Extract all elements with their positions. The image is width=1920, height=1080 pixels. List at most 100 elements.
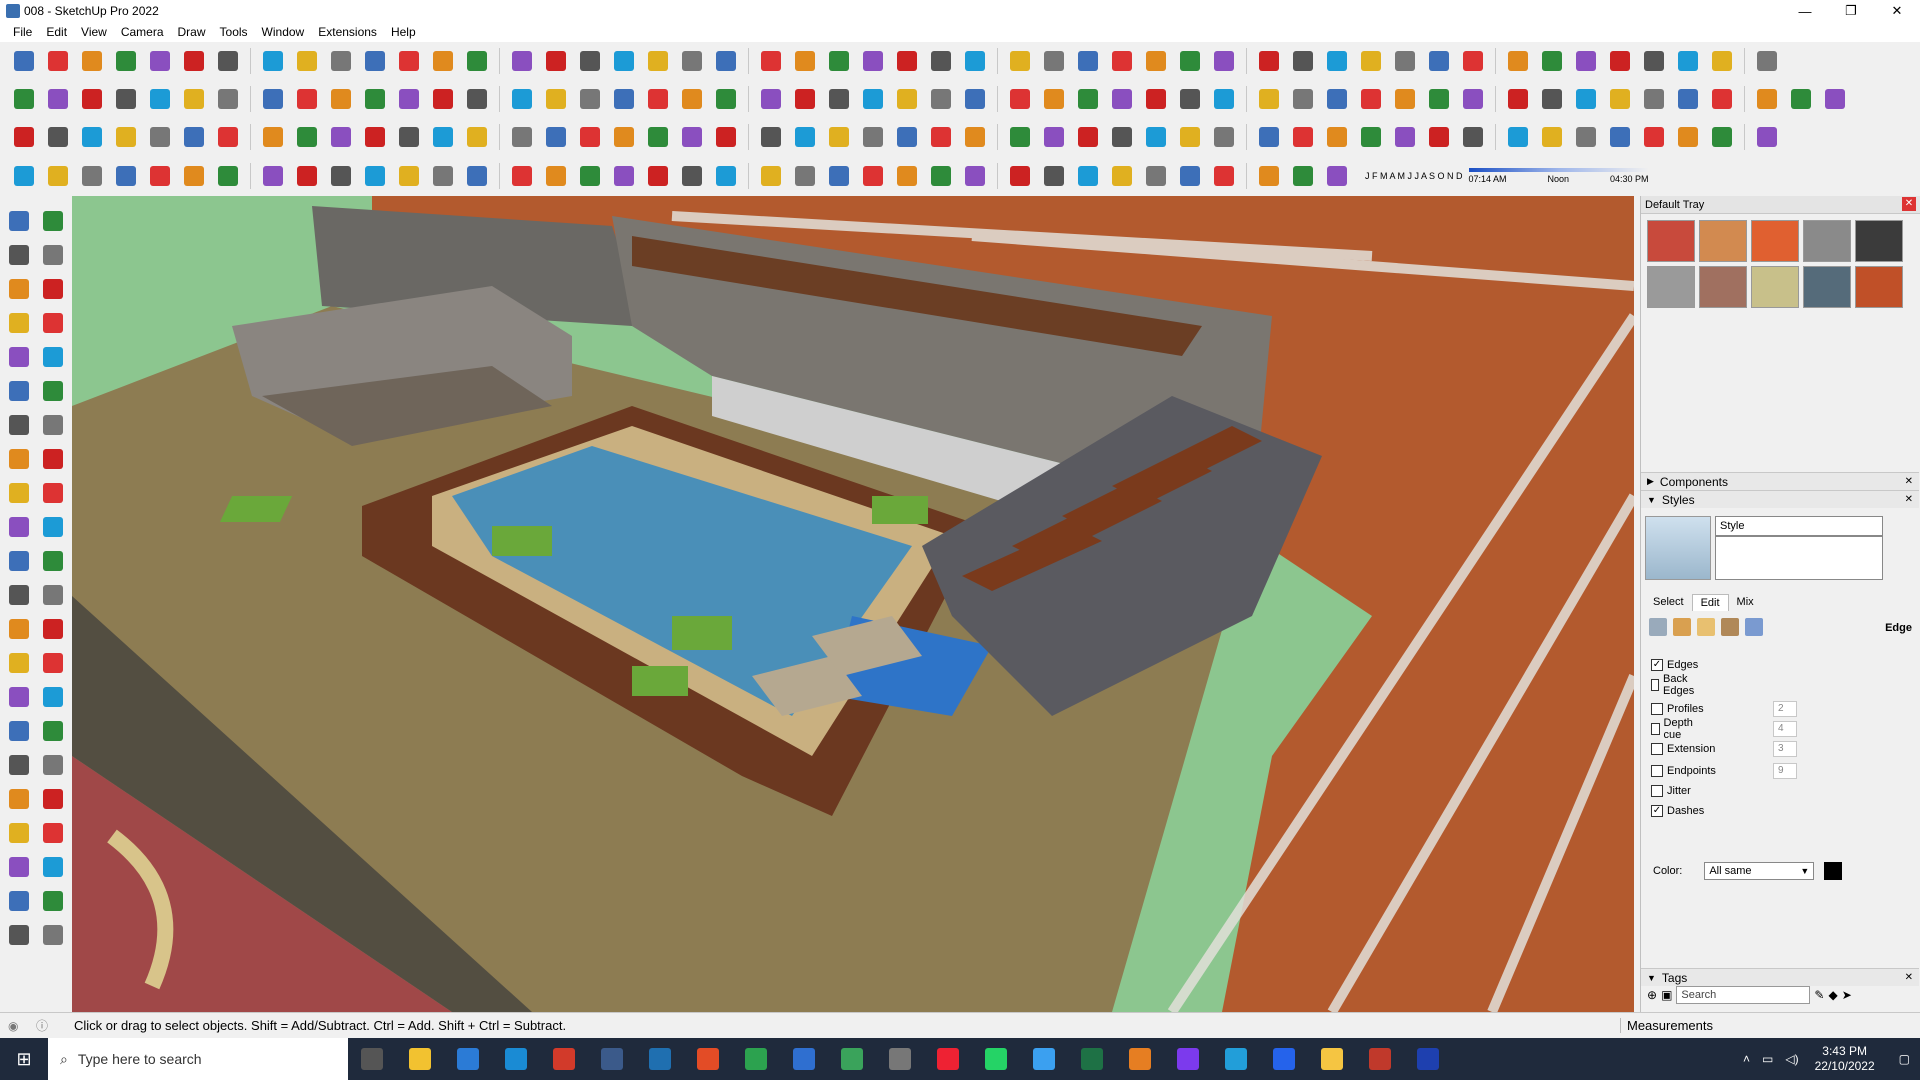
add-tag-icon[interactable]: ⊕ — [1647, 988, 1657, 1002]
toolbar-tool-icon[interactable] — [1457, 46, 1489, 76]
edge-option-checkbox[interactable] — [1651, 785, 1663, 797]
toolbar-tool-icon[interactable] — [110, 46, 142, 76]
left-tool-icon[interactable] — [4, 274, 34, 304]
toolbar-tool-icon[interactable] — [110, 161, 142, 191]
taskbar-app-icon[interactable] — [780, 1038, 828, 1080]
material-swatch[interactable] — [1699, 220, 1747, 262]
toolbar-tool-icon[interactable] — [178, 84, 210, 114]
toolbar-tool-icon[interactable] — [959, 84, 991, 114]
toolbar-tool-icon[interactable] — [1502, 84, 1534, 114]
material-swatch[interactable] — [1647, 266, 1695, 308]
toolbar-tool-icon[interactable] — [823, 46, 855, 76]
taskbar-app-icon[interactable] — [540, 1038, 588, 1080]
toolbar-tool-icon[interactable] — [1423, 122, 1455, 152]
toolbar-tool-icon[interactable] — [1038, 161, 1070, 191]
left-tool-icon[interactable] — [38, 750, 68, 780]
toolbar-tool-icon[interactable] — [540, 84, 572, 114]
toolbar-tool-icon[interactable] — [925, 161, 957, 191]
toolbar-tool-icon[interactable] — [291, 161, 323, 191]
left-tool-icon[interactable] — [38, 240, 68, 270]
left-tool-icon[interactable] — [4, 750, 34, 780]
toolbar-tool-icon[interactable] — [1389, 46, 1421, 76]
toolbar-tool-icon[interactable] — [1140, 161, 1172, 191]
geo-location-icon[interactable]: ◉ — [8, 1019, 18, 1033]
toolbar-tool-icon[interactable] — [76, 161, 108, 191]
toolbar-tool-icon[interactable] — [1423, 84, 1455, 114]
toolbar-tool-icon[interactable] — [1038, 46, 1070, 76]
toolbar-tool-icon[interactable] — [1638, 84, 1670, 114]
taskbar-app-icon[interactable] — [684, 1038, 732, 1080]
edge-option-value[interactable]: 2 — [1773, 701, 1797, 717]
toolbar-tool-icon[interactable] — [959, 161, 991, 191]
left-tool-icon[interactable] — [4, 478, 34, 508]
edge-option-checkbox[interactable] — [1651, 765, 1663, 777]
menu-edit[interactable]: Edit — [39, 25, 74, 39]
toolbar-tool-icon[interactable] — [1321, 161, 1353, 191]
toolbar-tool-icon[interactable] — [891, 161, 923, 191]
toolbar-tool-icon[interactable] — [574, 46, 606, 76]
edge-option-value[interactable]: 3 — [1773, 741, 1797, 757]
left-tool-icon[interactable] — [38, 274, 68, 304]
toolbar-tool-icon[interactable] — [1038, 122, 1070, 152]
toolbar-tool-icon[interactable] — [461, 161, 493, 191]
toolbar-tool-icon[interactable] — [8, 161, 40, 191]
toolbar-tool-icon[interactable] — [1004, 84, 1036, 114]
toolbar-tool-icon[interactable] — [1389, 84, 1421, 114]
toolbar-tool-icon[interactable] — [461, 84, 493, 114]
toolbar-tool-icon[interactable] — [506, 161, 538, 191]
toolbar-tool-icon[interactable] — [178, 161, 210, 191]
toolbar-tool-icon[interactable] — [608, 161, 640, 191]
toolbar-tool-icon[interactable] — [393, 122, 425, 152]
left-tool-icon[interactable] — [38, 308, 68, 338]
toolbar-tool-icon[interactable] — [1253, 161, 1285, 191]
edge-option-value[interactable]: 9 — [1773, 763, 1797, 779]
toolbar-tool-icon[interactable] — [540, 46, 572, 76]
toolbar-tool-icon[interactable] — [359, 46, 391, 76]
material-swatch[interactable] — [1699, 266, 1747, 308]
toolbar-tool-icon[interactable] — [710, 161, 742, 191]
edge-option-checkbox[interactable]: ✓ — [1651, 659, 1663, 671]
toolbar-tool-icon[interactable] — [212, 122, 244, 152]
toolbar-tool-icon[interactable] — [574, 84, 606, 114]
left-tool-icon[interactable] — [38, 682, 68, 712]
left-tool-icon[interactable] — [38, 376, 68, 406]
toolbar-tool-icon[interactable] — [857, 161, 889, 191]
toolbar-tool-icon[interactable] — [1785, 84, 1817, 114]
toolbar-tool-icon[interactable] — [8, 46, 40, 76]
taskbar-app-icon[interactable] — [492, 1038, 540, 1080]
taskbar-app-icon[interactable] — [396, 1038, 444, 1080]
toolbar-tool-icon[interactable] — [1287, 161, 1319, 191]
toolbar-tool-icon[interactable] — [642, 46, 674, 76]
menu-camera[interactable]: Camera — [114, 25, 171, 39]
toolbar-tool-icon[interactable] — [710, 46, 742, 76]
toolbar-tool-icon[interactable] — [1140, 84, 1172, 114]
tag-details-icon[interactable]: ➤ — [1842, 988, 1852, 1002]
taskbar-app-icon[interactable] — [1068, 1038, 1116, 1080]
tags-search-input[interactable]: Search — [1676, 986, 1811, 1004]
edge-option-checkbox[interactable] — [1651, 679, 1659, 691]
edge-option-checkbox[interactable] — [1651, 743, 1663, 755]
toolbar-tool-icon[interactable] — [1389, 122, 1421, 152]
toolbar-tool-icon[interactable] — [1570, 84, 1602, 114]
left-tool-icon[interactable] — [4, 886, 34, 916]
toolbar-tool-icon[interactable] — [1253, 122, 1285, 152]
toolbar-tool-icon[interactable] — [608, 122, 640, 152]
left-tool-icon[interactable] — [4, 240, 34, 270]
toolbar-tool-icon[interactable] — [1072, 46, 1104, 76]
material-swatch[interactable] — [1855, 220, 1903, 262]
modeling-settings-icon[interactable] — [1745, 618, 1763, 636]
taskbar-app-icon[interactable] — [1260, 1038, 1308, 1080]
menu-tools[interactable]: Tools — [213, 25, 255, 39]
toolbar-tool-icon[interactable] — [1706, 84, 1738, 114]
toolbar-tool-icon[interactable] — [608, 84, 640, 114]
style-description-field[interactable] — [1715, 536, 1883, 580]
toolbar-tool-icon[interactable] — [1208, 161, 1240, 191]
watermark-settings-icon[interactable] — [1721, 618, 1739, 636]
taskbar-app-icon[interactable] — [924, 1038, 972, 1080]
toolbar-tool-icon[interactable] — [178, 122, 210, 152]
toolbar-tool-icon[interactable] — [925, 84, 957, 114]
model-viewport[interactable] — [72, 196, 1634, 1012]
tag-folder-icon[interactable]: ▣ — [1661, 988, 1672, 1002]
taskbar-app-icon[interactable] — [1212, 1038, 1260, 1080]
material-swatch[interactable] — [1803, 220, 1851, 262]
